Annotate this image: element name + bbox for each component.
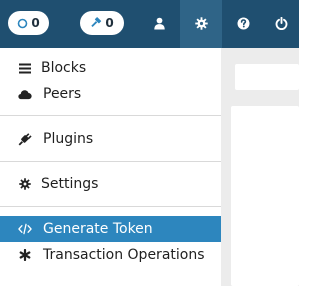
menu-divider (0, 115, 221, 116)
plug-icon (18, 132, 32, 146)
menu-divider (0, 206, 221, 207)
menu-item-label: Settings (41, 176, 99, 192)
menu-item-transaction-operations[interactable]: Transaction Operations (0, 242, 221, 268)
blocks-count: 0 (105, 16, 114, 30)
settings-button[interactable] (180, 0, 222, 48)
menu-item-blocks[interactable]: Blocks (0, 55, 221, 81)
question-circle-icon (237, 15, 250, 34)
menu-item-plugins[interactable]: Plugins (0, 126, 221, 152)
bars-icon (18, 61, 32, 75)
background-panel (231, 106, 299, 286)
hammer-icon (90, 17, 102, 29)
dropdown-menu: Blocks Peers Plugins Settings Generate T… (0, 48, 221, 286)
page-background (221, 48, 299, 286)
peers-count-badge[interactable]: 0 (8, 11, 49, 35)
help-button[interactable] (222, 0, 264, 48)
code-icon (18, 222, 32, 236)
gear-icon (18, 177, 32, 191)
menu-item-label: Peers (43, 86, 82, 102)
menu-item-peers[interactable]: Peers (0, 81, 221, 107)
menu-divider (0, 161, 221, 162)
menu-item-label: Generate Token (43, 221, 153, 237)
background-panel (235, 64, 299, 90)
power-icon (275, 15, 288, 34)
menu-item-label: Transaction Operations (43, 247, 205, 263)
blocks-count-badge[interactable]: 0 (80, 11, 124, 35)
peers-count: 0 (31, 16, 40, 30)
user-icon (153, 15, 166, 34)
circle-outline-icon (17, 18, 28, 29)
power-button[interactable] (264, 0, 299, 48)
top-navbar: 0 0 (0, 0, 299, 48)
menu-item-label: Blocks (41, 60, 87, 76)
menu-item-generate-token[interactable]: Generate Token (0, 216, 221, 242)
user-button[interactable] (138, 0, 180, 48)
gear-icon (194, 15, 208, 34)
menu-item-settings[interactable]: Settings (0, 171, 221, 197)
asterisk-icon (18, 248, 32, 262)
menu-item-label: Plugins (43, 131, 94, 147)
cloud-icon (18, 87, 32, 101)
